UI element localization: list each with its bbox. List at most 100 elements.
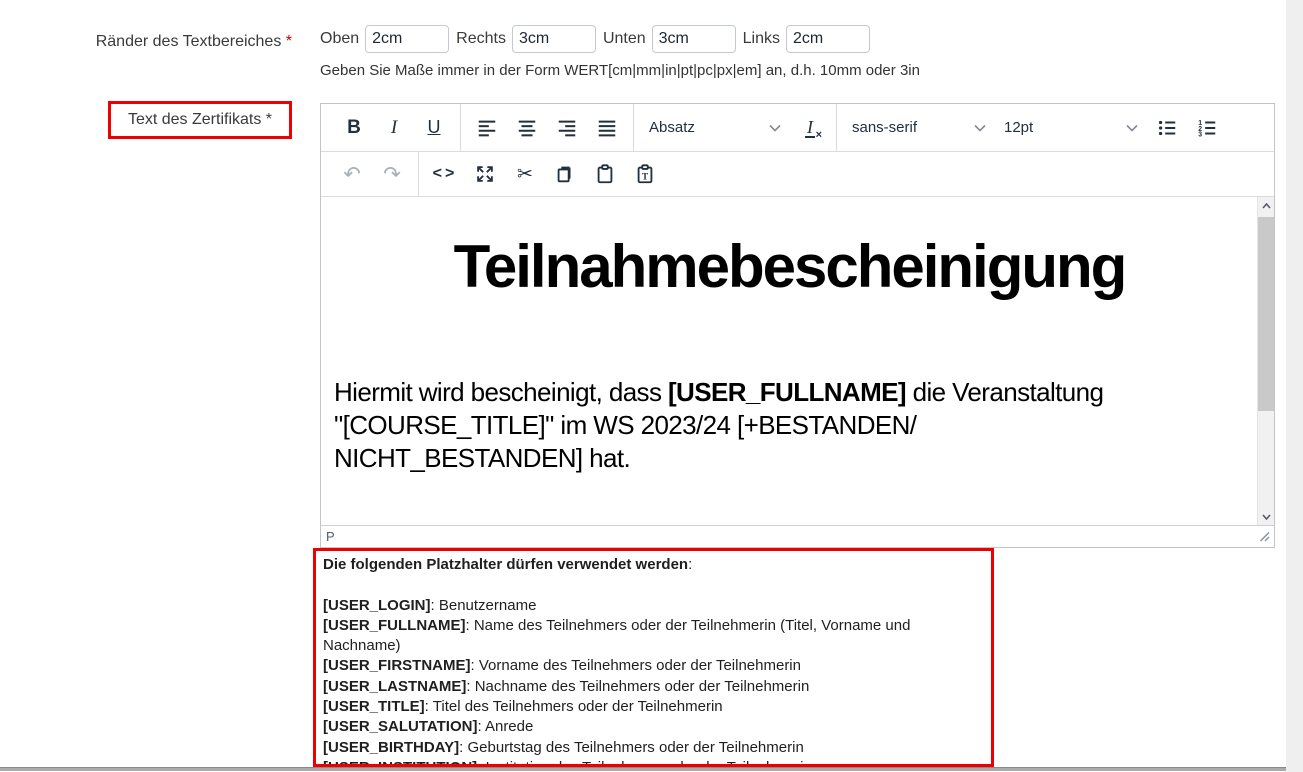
redo-icon: ↷ [383, 164, 401, 185]
required-asterisk: * [286, 33, 292, 50]
italic-button[interactable]: I [374, 110, 414, 146]
source-code-icon: <> [433, 165, 458, 183]
font-size-select[interactable]: 12pt [995, 110, 1147, 146]
margin-right-input[interactable] [512, 25, 596, 53]
required-asterisk: * [266, 111, 272, 128]
resize-grip-icon [1259, 531, 1270, 542]
align-right-icon [556, 117, 578, 139]
paste-icon [594, 163, 616, 185]
underline-button[interactable]: U [414, 110, 454, 146]
placeholder-item: [USER_LOGIN]: Benutzername [323, 596, 985, 616]
numbered-list-button[interactable]: 123 [1187, 110, 1227, 146]
margin-bottom-label: Unten [603, 30, 646, 48]
placeholder-user-fullname: [USER_FULLNAME] [668, 377, 906, 407]
page-right-gutter [1286, 0, 1303, 772]
numbered-list-icon: 123 [1196, 117, 1218, 139]
document-heading: Teilnahmebescheinigung [334, 235, 1245, 298]
margin-left-label: Links [743, 30, 780, 48]
placeholder-item: [USER_TITLE]: Titel des Teilnehmers oder… [323, 697, 985, 717]
editor-scrollbar[interactable] [1257, 197, 1274, 525]
copy-button[interactable] [545, 156, 585, 192]
certificate-label-text: Text des Zertifikats [128, 111, 261, 128]
cut-icon: ✂ [517, 163, 533, 185]
bullet-list-button[interactable] [1147, 110, 1187, 146]
chevron-down-icon [1126, 124, 1138, 132]
placeholders-title: Die folgenden Platzhalter dürfen verwend… [323, 555, 985, 575]
bold-button[interactable]: B [334, 110, 374, 146]
undo-button[interactable]: ↶ [332, 156, 372, 192]
paste-as-text-icon: T [634, 163, 656, 185]
paste-as-text-button[interactable]: T [625, 156, 665, 192]
align-justify-icon [596, 117, 618, 139]
toolbar-row-1: B I U Absatz [321, 104, 1274, 152]
clear-formatting-button[interactable]: I× [790, 110, 830, 146]
scroll-down-button[interactable] [1258, 508, 1274, 525]
svg-text:3: 3 [1198, 131, 1202, 138]
align-center-icon [516, 117, 538, 139]
font-family-value: sans-serif [852, 119, 917, 136]
font-family-select[interactable]: sans-serif [843, 110, 995, 146]
fullscreen-icon [474, 163, 496, 185]
editor-content-area[interactable]: Teilnahmebescheinigung Hiermit wird besc… [321, 197, 1257, 525]
toolbar-group-align [461, 104, 634, 151]
underline-icon: U [428, 117, 441, 138]
undo-icon: ↶ [343, 164, 361, 185]
richtext-editor: B I U Absatz [320, 103, 1275, 548]
placeholder-item: [USER_FULLNAME]: Name des Teilnehmers od… [323, 616, 985, 657]
scrollbar-track[interactable] [1258, 214, 1274, 508]
editor-body: Teilnahmebescheinigung Hiermit wird besc… [321, 197, 1274, 525]
scroll-up-button[interactable] [1258, 197, 1274, 214]
placeholder-item: [USER_FIRSTNAME]: Vorname des Teilnehmer… [323, 656, 985, 676]
placeholder-item: [USER_BIRTHDAY]: Geburtstag des Teilnehm… [323, 738, 985, 758]
toolbar-group-tools: <> ✂ T [419, 152, 671, 196]
certificate-label-annotation-box: Text des Zertifikats * [108, 101, 292, 139]
toolbar-group-font: sans-serif 12pt 123 [837, 104, 1233, 151]
paste-button[interactable] [585, 156, 625, 192]
placeholder-item: [USER_LASTNAME]: Nachname des Teilnehmer… [323, 677, 985, 697]
align-right-button[interactable] [547, 110, 587, 146]
margin-fields-row: Oben Rechts Unten Links [320, 25, 877, 53]
copy-icon [554, 163, 576, 185]
margins-help-text: Geben Sie Maße immer in der Form WERT[cm… [320, 62, 920, 79]
toolbar-group-text-style: B I U [328, 104, 461, 151]
toolbar-group-history: ↶ ↷ [326, 152, 419, 196]
bold-icon: B [347, 117, 361, 139]
svg-text:T: T [642, 172, 648, 182]
align-center-button[interactable] [507, 110, 547, 146]
element-path[interactable]: P [326, 529, 335, 544]
chevron-down-icon [769, 124, 781, 132]
redo-button[interactable]: ↷ [372, 156, 412, 192]
align-left-button[interactable] [467, 110, 507, 146]
margins-row-label: Ränder des Textbereiches * [0, 33, 292, 51]
toolbar-row-2: ↶ ↷ <> ✂ T [321, 152, 1274, 197]
margin-left-input[interactable] [786, 25, 870, 53]
chevron-down-icon [974, 124, 986, 132]
bullet-list-icon [1156, 117, 1178, 139]
margin-right-label: Rechts [456, 30, 506, 48]
align-justify-button[interactable] [587, 110, 627, 146]
cut-button[interactable]: ✂ [505, 156, 545, 192]
margin-top-input[interactable] [365, 25, 449, 53]
page: Ränder des Textbereiches * Oben Rechts U… [0, 0, 1303, 772]
editor-statusbar: P [321, 525, 1274, 547]
fullscreen-button[interactable] [465, 156, 505, 192]
chevron-up-icon [1262, 203, 1271, 209]
align-left-icon [476, 117, 498, 139]
scrollbar-thumb[interactable] [1258, 217, 1274, 411]
italic-icon: I [391, 117, 397, 139]
toolbar-group-format: Absatz I× [634, 104, 837, 151]
resize-handle[interactable] [1259, 531, 1270, 542]
paragraph-format-select[interactable]: Absatz [640, 110, 790, 146]
margin-top-label: Oben [320, 30, 359, 48]
placeholders-annotation-box: Die folgenden Platzhalter dürfen verwend… [313, 548, 994, 767]
clear-formatting-icon: I× [805, 118, 815, 138]
margin-bottom-input[interactable] [652, 25, 736, 53]
source-code-button[interactable]: <> [425, 156, 465, 192]
placeholder-item: [USER_INSTITUTION]: Institution des Teil… [323, 758, 985, 767]
margins-label-text: Ränder des Textbereiches [96, 33, 282, 50]
placeholder-item: [USER_SALUTATION]: Anrede [323, 717, 985, 737]
document-paragraph: Hiermit wird bescheinigt, dass [USER_FUL… [334, 376, 1245, 475]
horizontal-scrollbar[interactable] [0, 767, 1286, 771]
chevron-down-icon [1262, 514, 1271, 520]
font-size-value: 12pt [1004, 119, 1033, 136]
